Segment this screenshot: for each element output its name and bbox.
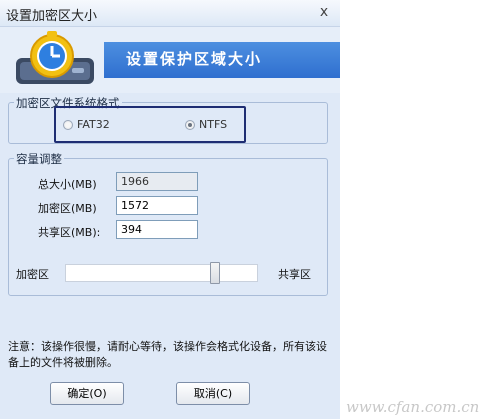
radio-fat32[interactable]: FAT32: [63, 118, 110, 131]
clock-drive-icon: [16, 31, 94, 84]
total-size-field: [116, 172, 198, 191]
radio-fat32-indicator: [63, 119, 73, 130]
close-icon[interactable]: x: [316, 4, 332, 20]
radio-fat32-label: FAT32: [77, 118, 110, 131]
ok-button[interactable]: 确定(O): [50, 382, 124, 405]
warning-note: 注意：该操作很慢，请耐心等待，该操作会格式化设备，所有该设备上的文件将被删除。: [8, 340, 327, 369]
banner-heading: 设置保护区域大小: [126, 50, 263, 68]
radio-ntfs-label: NTFS: [199, 118, 228, 131]
slider-thumb[interactable]: [210, 262, 220, 284]
title-bar: 设置加密区大小 x: [0, 0, 340, 27]
watermark: www.cfan.com.cn: [346, 398, 480, 416]
shared-size-field[interactable]: [116, 220, 198, 239]
capacity-group-legend: 容量调整: [14, 151, 64, 167]
encrypted-size-label: 加密区(MB): [38, 202, 97, 215]
radio-ntfs-indicator: [185, 119, 195, 130]
slider-track[interactable]: [65, 264, 258, 282]
dialog-window: 设置加密区大小 x 设置保护区域大小 加密区文件系统格式 FAT32 NTFS …: [0, 0, 340, 419]
slider-right-label: 共享区: [278, 268, 311, 281]
radio-ntfs[interactable]: NTFS: [185, 118, 227, 131]
shared-size-label: 共享区(MB):: [38, 226, 101, 239]
encrypted-size-field[interactable]: [116, 196, 198, 215]
slider-left-label: 加密区: [16, 268, 49, 281]
total-size-label: 总大小(MB): [38, 178, 97, 191]
cancel-button[interactable]: 取消(C): [176, 382, 250, 405]
window-title: 设置加密区大小: [6, 9, 98, 24]
